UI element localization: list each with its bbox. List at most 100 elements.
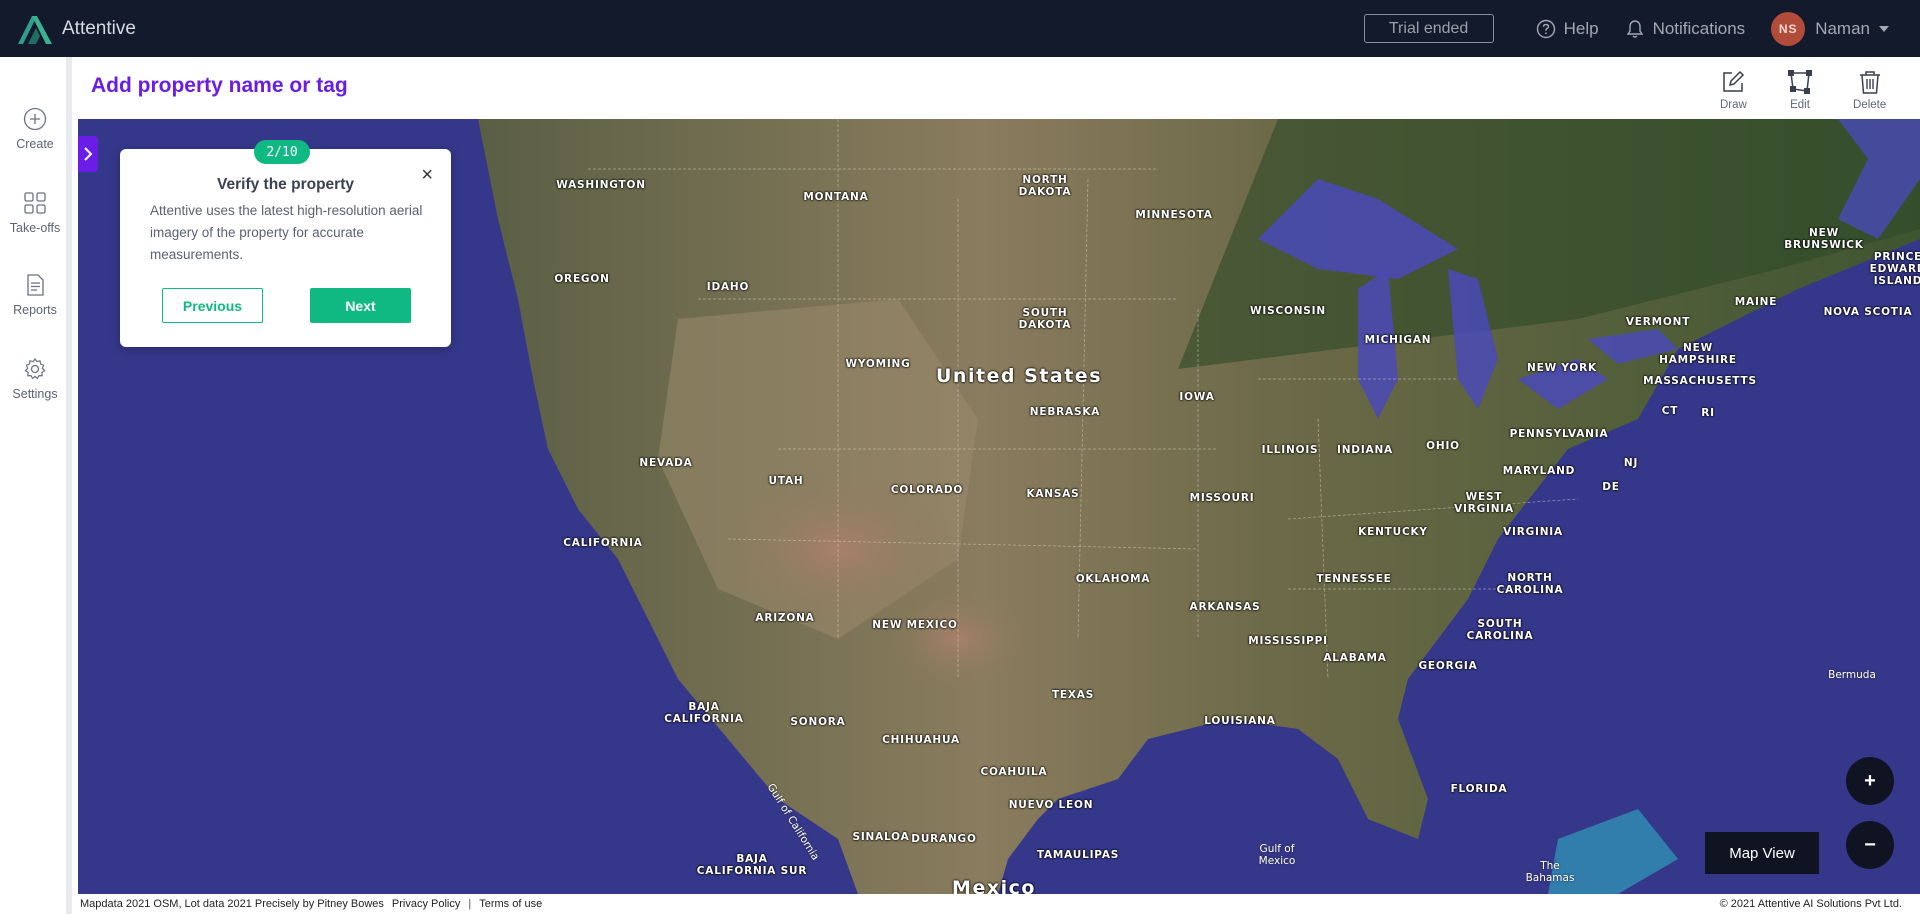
help-link[interactable]: Help bbox=[1536, 19, 1599, 39]
map-label: PRINCE EDWARD ISLAND bbox=[1869, 251, 1920, 287]
app-logo[interactable]: Attentive bbox=[18, 14, 136, 44]
map-label: BAJA CALIFORNIA SUR bbox=[696, 853, 808, 877]
delete-tool-button[interactable]: Delete bbox=[1853, 69, 1886, 111]
map-label: CHIHUAHUA bbox=[882, 734, 960, 746]
onboarding-tooltip: 2/10 × Verify the property Attentive use… bbox=[120, 140, 451, 347]
map-label: NEVADA bbox=[639, 457, 693, 469]
nav-item-label: Create bbox=[16, 137, 54, 151]
chevron-right-icon bbox=[84, 147, 93, 161]
document-icon bbox=[27, 274, 44, 296]
map-label: FLORIDA bbox=[1450, 783, 1508, 795]
tool-label: Draw bbox=[1720, 99, 1747, 111]
map-label: Gulf of Mexico bbox=[1258, 843, 1296, 867]
map-label: OHIO bbox=[1426, 440, 1460, 452]
map-label: MISSISSIPPI bbox=[1248, 635, 1328, 647]
map-label: DURANGO bbox=[911, 833, 977, 845]
map-label: Bermuda bbox=[1828, 669, 1876, 681]
previous-button[interactable]: Previous bbox=[162, 288, 263, 323]
plus-circle-icon bbox=[23, 107, 47, 131]
map-label: NEW BRUNSWICK bbox=[1784, 227, 1864, 251]
map-label: NEBRASKA bbox=[1029, 406, 1101, 418]
draw-tool-button[interactable]: Draw bbox=[1720, 69, 1747, 111]
map-label: WISCONSIN bbox=[1250, 305, 1326, 317]
map-label: NOVA SCOTIA bbox=[1823, 306, 1913, 318]
next-button[interactable]: Next bbox=[310, 288, 411, 323]
map-view-toggle[interactable]: Map View bbox=[1705, 832, 1819, 874]
map-label: GEORGIA bbox=[1418, 660, 1478, 672]
help-icon bbox=[1536, 19, 1555, 38]
nav-item-create[interactable]: Create bbox=[0, 107, 70, 151]
tool-label: Edit bbox=[1790, 99, 1810, 111]
map-label: TAMAULIPAS bbox=[1036, 849, 1120, 861]
map-label: SONORA bbox=[790, 716, 846, 728]
pencil-square-icon bbox=[1723, 70, 1745, 92]
map-label: NJ bbox=[1623, 457, 1639, 469]
copyright-text: © 2021 Attentive AI Solutions Pvt Ltd. bbox=[1719, 898, 1902, 910]
map-label: NUEVO LEON bbox=[1008, 799, 1094, 811]
chevron-down-icon[interactable] bbox=[1878, 25, 1890, 33]
nav-item-label: Settings bbox=[12, 387, 58, 401]
map-label: KANSAS bbox=[1026, 488, 1080, 500]
map-label: ILLINOIS bbox=[1261, 444, 1319, 456]
nav-item-settings[interactable]: Settings bbox=[0, 357, 70, 401]
map-attribution: Mapdata 2021 OSM, Lot data 2021 Precisel… bbox=[80, 898, 384, 910]
map-label: MAINE bbox=[1734, 296, 1778, 308]
privacy-policy-link[interactable]: Privacy Policy bbox=[392, 898, 460, 910]
nav-item-label: Reports bbox=[13, 303, 57, 317]
avatar[interactable]: NS bbox=[1771, 11, 1806, 46]
terms-link[interactable]: Terms of use bbox=[479, 898, 542, 910]
map-label: SOUTH CAROLINA bbox=[1466, 618, 1534, 642]
map-label: IOWA bbox=[1179, 391, 1215, 403]
top-bar: Attentive Trial ended Help Notifications… bbox=[0, 0, 1920, 57]
tool-label: Delete bbox=[1853, 99, 1887, 111]
map-label: WYOMING bbox=[845, 358, 911, 370]
nav-item-reports[interactable]: Reports bbox=[0, 273, 70, 317]
map-label: NORTH CAROLINA bbox=[1496, 572, 1564, 596]
help-label: Help bbox=[1563, 18, 1599, 38]
map-label: ALABAMA bbox=[1323, 652, 1387, 664]
map-label: VIRGINIA bbox=[1503, 526, 1563, 538]
notifications-link[interactable]: Notifications bbox=[1625, 18, 1746, 39]
map-label: CT bbox=[1661, 405, 1679, 417]
country-label: United States bbox=[935, 365, 1103, 387]
map-label: The Bahamas bbox=[1525, 860, 1575, 884]
map-label: WASHINGTON bbox=[556, 179, 646, 191]
expand-panel-button[interactable] bbox=[78, 136, 98, 172]
map-label: CALIFORNIA bbox=[563, 537, 643, 549]
map-footer: Mapdata 2021 OSM, Lot data 2021 Precisel… bbox=[72, 894, 1920, 914]
map-label: SINALOA bbox=[852, 831, 910, 843]
map-label: IDAHO bbox=[706, 281, 750, 293]
page-header: Add property name or tag Draw Edit Delet… bbox=[78, 57, 1920, 119]
map-label: UTAH bbox=[768, 475, 804, 487]
map-label: MICHIGAN bbox=[1364, 334, 1432, 346]
map-label: SOUTH DAKOTA bbox=[1018, 307, 1072, 331]
nav-item-takeoffs[interactable]: Take-offs bbox=[0, 191, 70, 235]
map-label: ARIZONA bbox=[755, 612, 815, 624]
map-label: OREGON bbox=[554, 273, 610, 285]
app-name: Attentive bbox=[62, 17, 136, 39]
map-label: ARKANSAS bbox=[1189, 601, 1261, 613]
trial-status-button[interactable]: Trial ended bbox=[1363, 14, 1494, 43]
map-label: NEW MEXICO bbox=[872, 619, 958, 631]
map-label: Mexico bbox=[952, 877, 1036, 894]
polygon-edit-icon bbox=[1788, 70, 1812, 94]
map-label: BAJA CALIFORNIA bbox=[664, 701, 744, 725]
tooltip-title: Verify the property bbox=[217, 176, 354, 193]
map-label: MISSOURI bbox=[1189, 492, 1255, 504]
map-label: NEW YORK bbox=[1527, 362, 1597, 374]
map-label: COLORADO bbox=[890, 484, 964, 496]
footer-separator: | bbox=[468, 898, 472, 910]
tooltip-body: Attentive uses the latest high-resolutio… bbox=[150, 203, 423, 262]
edit-tool-button[interactable]: Edit bbox=[1787, 69, 1813, 111]
map-label: RI bbox=[1701, 407, 1715, 419]
property-name-input[interactable]: Add property name or tag bbox=[91, 74, 348, 98]
zoom-out-button[interactable]: − bbox=[1846, 821, 1894, 869]
notifications-label: Notifications bbox=[1652, 18, 1746, 38]
trash-icon bbox=[1859, 71, 1880, 94]
map-label: MONTANA bbox=[803, 191, 869, 203]
map-label: VERMONT bbox=[1625, 316, 1691, 328]
zoom-in-button[interactable]: + bbox=[1846, 757, 1894, 805]
map-label: NORTH DAKOTA bbox=[1018, 174, 1072, 198]
map-label: NEW HAMPSHIRE bbox=[1659, 342, 1737, 366]
user-name[interactable]: Naman bbox=[1815, 19, 1870, 39]
